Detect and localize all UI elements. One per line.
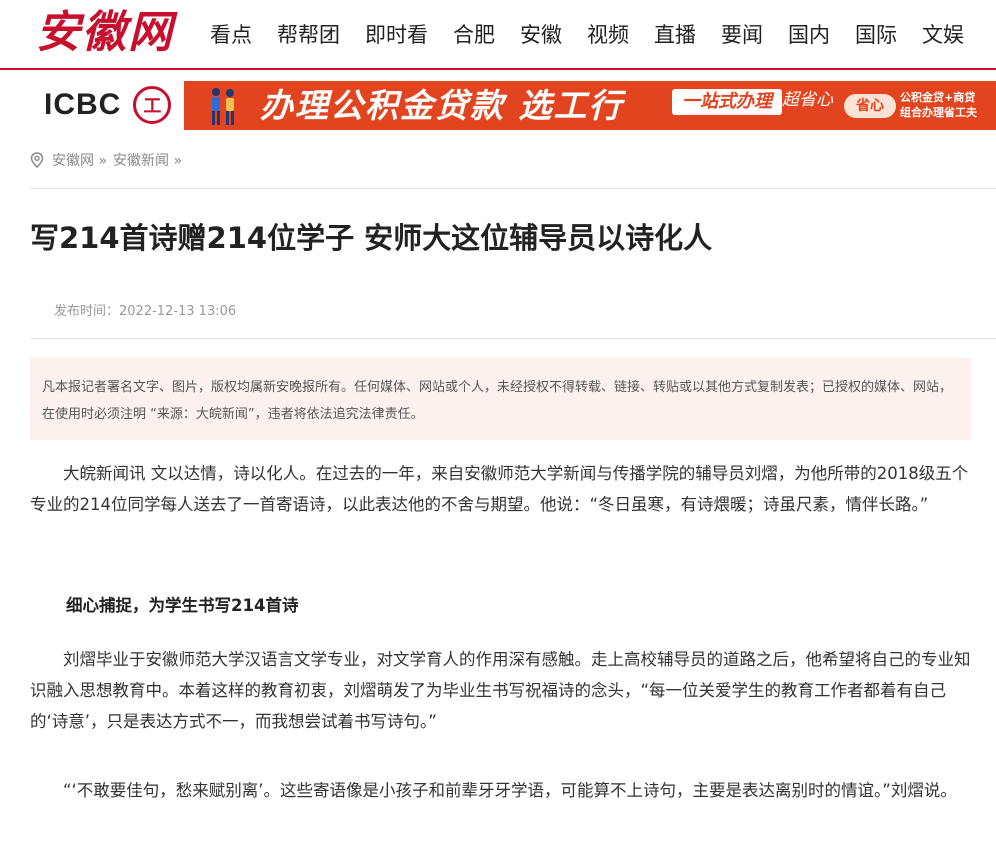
icbc-emblem-icon: 工: [133, 86, 172, 124]
ad-tagline: 超省心: [782, 90, 833, 110]
main-nav: 看点 帮帮团 即时看 合肥 安徽 视频 直播 要闻 国内 国际 文娱: [210, 0, 989, 68]
nav-item-domestic[interactable]: 国内: [788, 19, 830, 49]
article-paragraph-3: “‘不敢要佳句，愁来赋别离’。这些寄语像是小孩子和前辈牙牙学语，可能算不上诗句，…: [63, 781, 957, 800]
nav-item-hefei[interactable]: 合肥: [453, 19, 495, 49]
ad-pill: 省心: [844, 94, 896, 118]
article-paragraph-1: 大皖新闻讯 文以达情，诗以化人。在过去的一年，来自安徽师范大学新闻与传播学院的辅…: [30, 464, 969, 514]
ad-small-line-1: 公积金贷+商贷: [900, 91, 976, 104]
breadcrumb-anhui-news[interactable]: 安徽新闻 »: [113, 150, 182, 170]
article-subheading: 细心捕捉，为学生书写214首诗: [66, 596, 299, 615]
location-pin-icon: [30, 152, 44, 168]
breadcrumb: 安徽网 » 安徽新闻 »: [30, 150, 182, 170]
ad-small-text: 公积金贷+商贷 组合办理省工夫: [900, 90, 977, 120]
ad-banner[interactable]: 办理公积金贷款 选工行 一站式办理 超省心 省心 公积金贷+商贷 组合办理省工夫: [184, 81, 996, 130]
header-divider: [0, 68, 996, 70]
breadcrumb-divider: [30, 188, 996, 189]
nav-item-entertainment[interactable]: 文娱: [922, 19, 964, 49]
meta-divider: [30, 338, 996, 339]
site-header: 安徽网 看点 帮帮团 即时看 合肥 安徽 视频 直播 要闻 国内 国际 文娱: [0, 0, 996, 68]
ad-headline: 办理公积金贷款 选工行: [260, 86, 624, 125]
icbc-logo[interactable]: ICBC 工: [44, 84, 172, 126]
publish-time: 发布时间：2022-12-13 13:06: [54, 304, 237, 319]
article-paragraph-2: 刘熠毕业于安徽师范大学汉语言文学专业，对文学育人的作用深有感触。走上高校辅导员的…: [30, 650, 971, 731]
nav-item-headlines[interactable]: 要闻: [721, 19, 763, 49]
nav-item-anhui[interactable]: 安徽: [520, 19, 562, 49]
article-title: 写214首诗赠214位学子 安师大这位辅导员以诗化人: [30, 221, 713, 255]
ad-service-label: 一站式办理: [672, 89, 782, 115]
nav-item-kandian[interactable]: 看点: [210, 19, 252, 49]
nav-item-international[interactable]: 国际: [855, 19, 897, 49]
nav-item-jishikan[interactable]: 即时看: [365, 19, 428, 49]
breadcrumb-home[interactable]: 安徽网 »: [52, 150, 107, 170]
ad-small-line-2: 组合办理省工夫: [900, 106, 977, 119]
nav-item-video[interactable]: 视频: [587, 19, 629, 49]
people-illustration-icon: [212, 88, 234, 125]
icbc-wordmark: ICBC: [44, 88, 122, 121]
site-logo[interactable]: 安徽网: [36, 4, 188, 62]
nav-item-live[interactable]: 直播: [654, 19, 696, 49]
copyright-notice: 凡本报记者署名文字、图片，版权均属新安晚报所有。任何媒体、网站或个人，未经授权不…: [30, 358, 971, 440]
nav-item-bangbangtuan[interactable]: 帮帮团: [277, 19, 340, 49]
